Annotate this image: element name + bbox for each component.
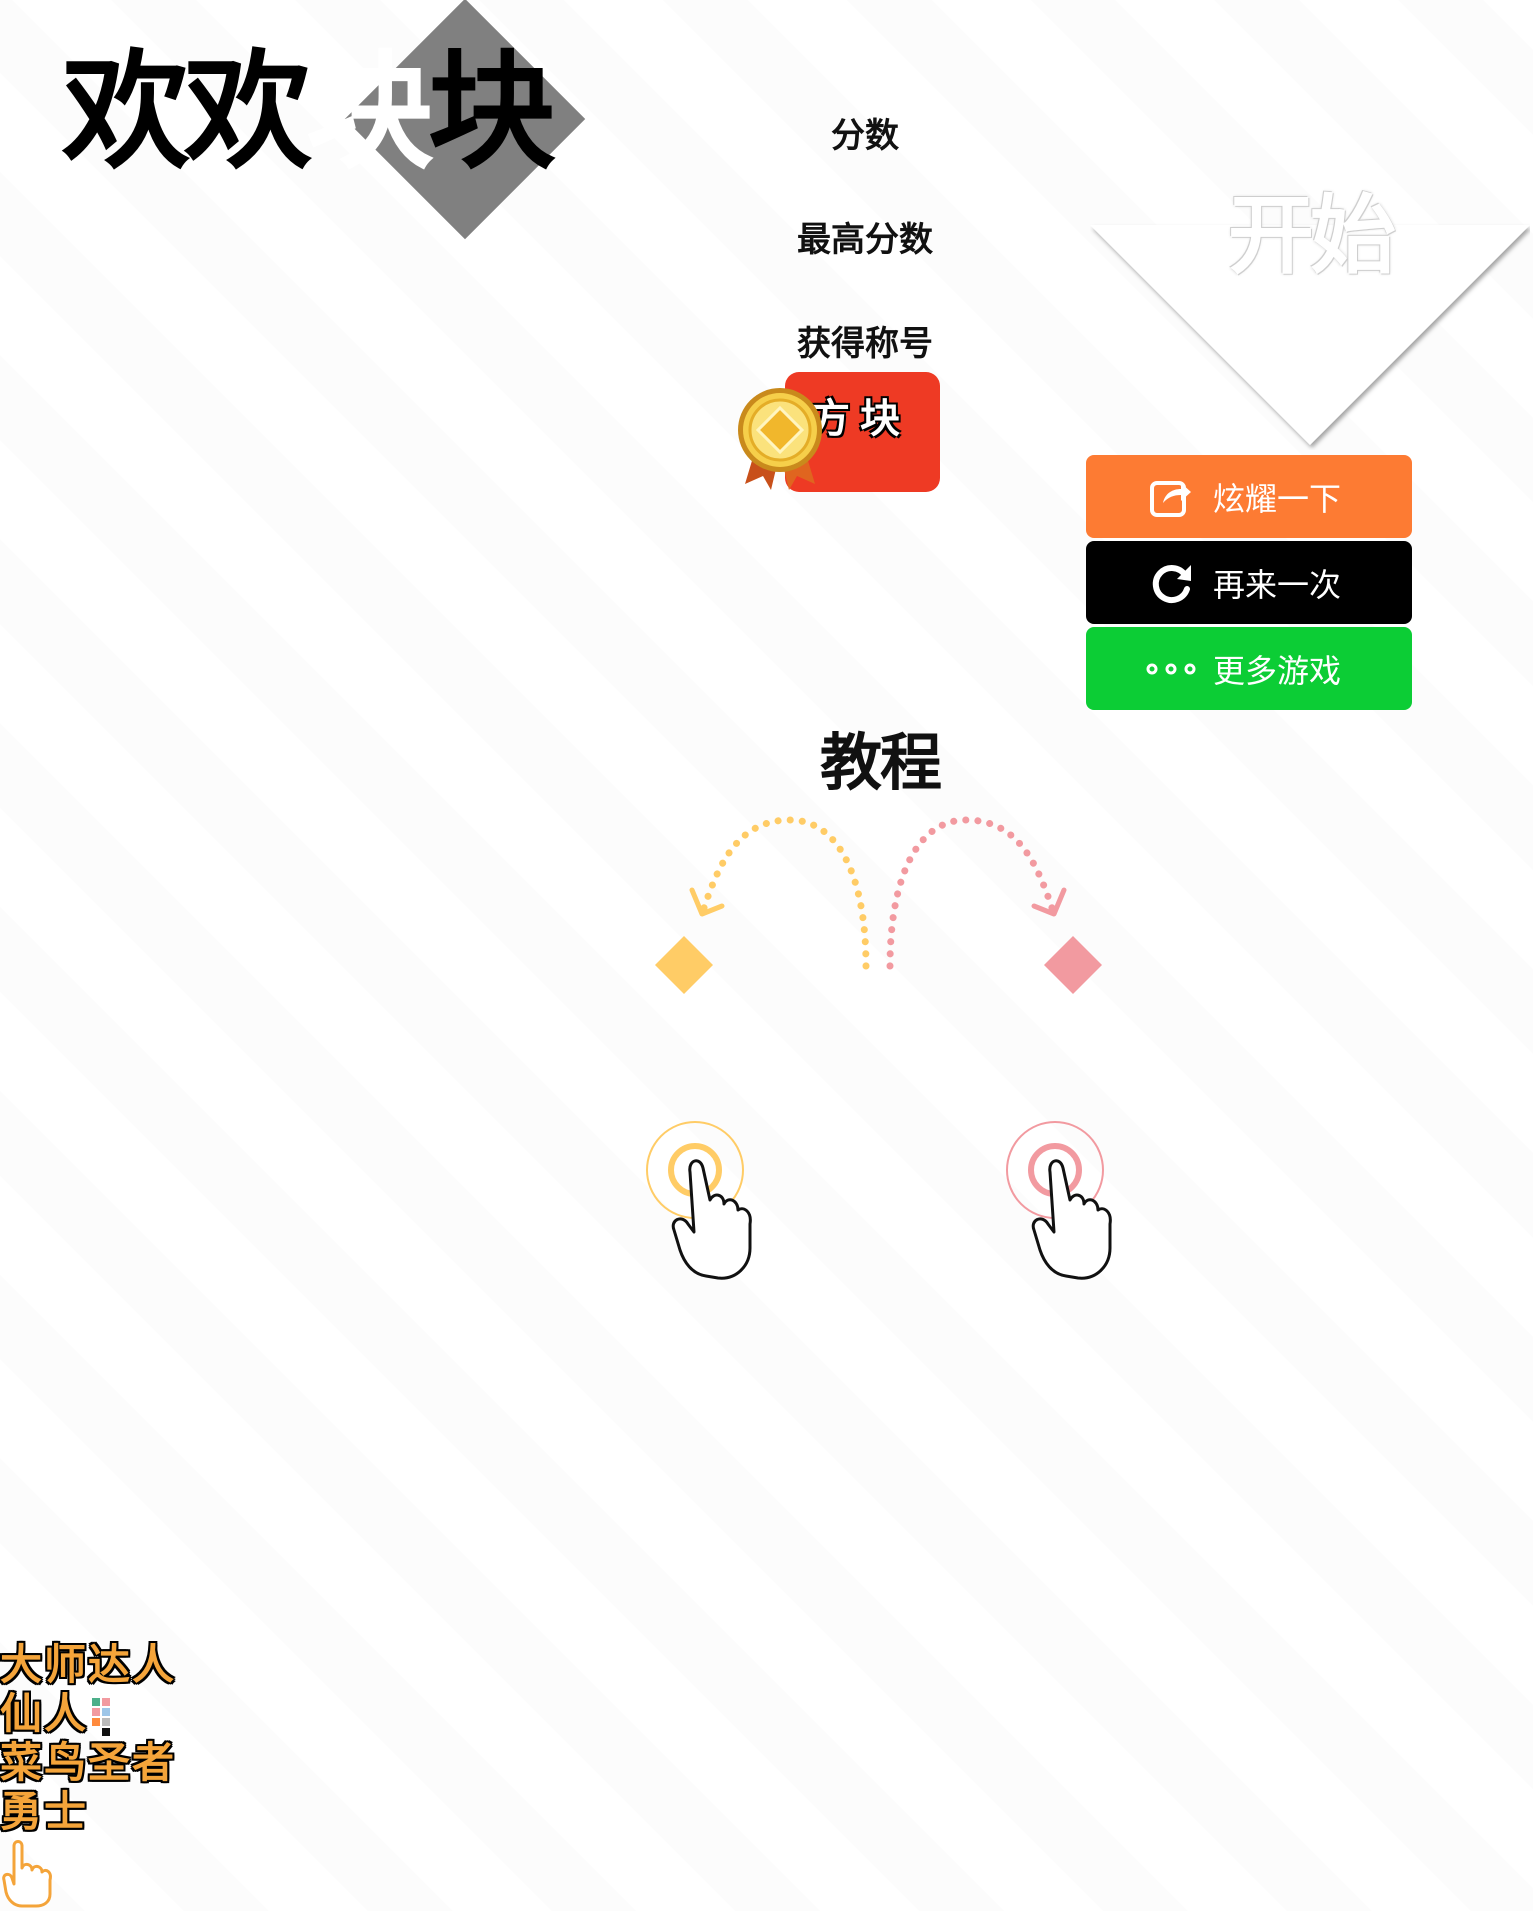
achievement-label: 获得称号 [797,324,933,364]
retry-label: 再来一次 [1213,565,1342,604]
mini-block-icon [90,1696,114,1738]
level-item: 菜鸟圣者 [0,1738,177,1787]
achievement-badge: 方块 [735,372,940,492]
medal-icon [738,388,822,490]
game-title: 欢欢块块 [62,0,602,245]
badge-text: 方块 [810,396,910,442]
title-text: 欢欢块块 [62,38,602,188]
refresh-icon [1141,553,1201,613]
level-item: 大师达人 [0,1640,177,1689]
tutorial-heading: 教程 [819,726,942,799]
share-button[interactable]: 炫耀一下 [1086,455,1412,538]
share-label: 炫耀一下 [1213,479,1342,518]
score-label: 分数 [831,116,899,156]
right-jump-arc [886,816,1056,970]
right-tap-hand-icon [1006,1121,1112,1280]
left-jump-arc [700,816,870,970]
best-score-label: 最高分数 [797,220,933,260]
level-item: 勇士 [0,1787,89,1836]
retry-button[interactable]: 再来一次 [1086,541,1412,624]
start-label: 开始 [1228,186,1396,286]
level-list: 大师达人 仙人 菜鸟圣者 勇士 [0,1640,200,1836]
more-games-label: 更多游戏 [1213,651,1342,690]
start-button[interactable]: 开始 [1090,165,1530,450]
more-dots-icon [1141,639,1201,699]
tutorial-illustration [646,816,1112,1280]
right-diamond [1044,936,1102,994]
title-part-2: 块 [306,38,434,187]
left-tap-hand-icon [646,1121,752,1280]
more-games-button[interactable]: 更多游戏 [1086,627,1412,710]
share-icon [1141,467,1201,527]
title-part-3: 块 [428,38,556,187]
pointer-hand-icon [2,1840,52,1908]
title-part-1: 欢欢 [62,38,312,187]
left-diamond [655,936,713,994]
level-item: 仙人 [0,1689,200,1738]
